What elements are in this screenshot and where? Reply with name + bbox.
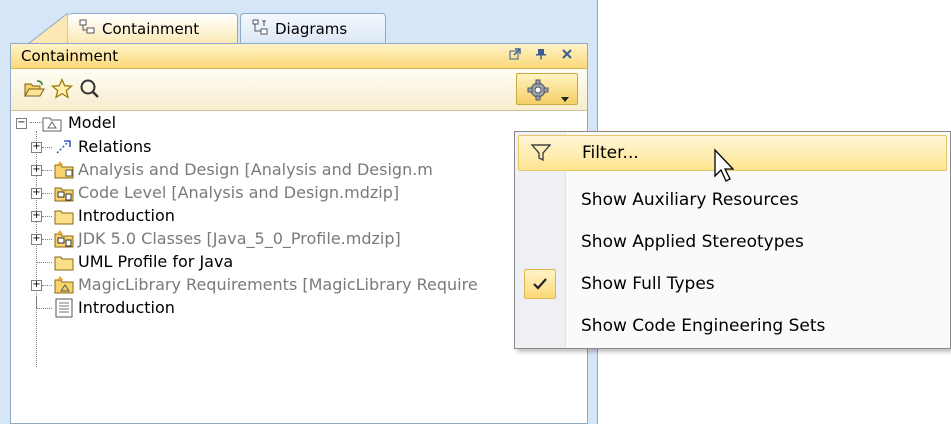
package-folder-icon — [54, 207, 74, 229]
tree-node-analysis-and-design[interactable]: + Analysis and Design [Analysis and Desi… — [11, 158, 589, 182]
menu-item-label: Show Full Types — [581, 274, 715, 294]
tree-node-magiclibrary-requirements[interactable]: + MagicLibrary Requirements [MagicLibrar… — [11, 273, 589, 297]
menu-item-show-applied-stereotypes[interactable]: Show Applied Stereotypes — [518, 224, 947, 260]
comment-document-icon — [54, 298, 74, 322]
menu-item-show-code-engineering-sets[interactable]: Show Code Engineering Sets — [518, 308, 947, 344]
tree-node-introduction-comment[interactable]: Introduction — [11, 296, 589, 320]
expand-icon[interactable]: + — [31, 165, 42, 176]
tree-node-code-level[interactable]: + Code Level [Analysis and Design.mdzip] — [11, 181, 589, 205]
tree-connector — [36, 308, 52, 309]
close-icon[interactable] — [559, 48, 575, 64]
panel-header: Containment — [11, 44, 587, 69]
tree-connector — [42, 147, 52, 148]
tree-node-label: MagicLibrary Requirements [MagicLibrary … — [78, 275, 478, 294]
package-folder-icon — [54, 253, 74, 275]
tree-node-uml-profile-java[interactable]: UML Profile for Java — [11, 250, 589, 274]
tab-containment-label: Containment — [102, 20, 200, 38]
panel-toolbar — [11, 69, 587, 111]
tree-node-model[interactable]: − Model — [11, 111, 571, 135]
tab-diagrams[interactable]: Diagrams — [240, 13, 386, 44]
diagrams-icon — [251, 18, 269, 40]
tree-node-label: Introduction — [78, 298, 175, 317]
menu-item-label: Show Auxiliary Resources — [581, 190, 799, 210]
tree-node-introduction[interactable]: + Introduction — [11, 204, 589, 228]
menu-item-label: Show Code Engineering Sets — [581, 316, 826, 336]
model-package-icon — [42, 115, 62, 136]
expand-icon[interactable]: + — [31, 211, 42, 222]
tree-node-label: Relations — [78, 137, 152, 156]
containment-icon — [78, 18, 96, 40]
collapse-icon[interactable]: − — [16, 118, 27, 129]
tree-connector — [42, 216, 52, 217]
tree-connector — [36, 262, 52, 263]
tree-node-relations[interactable]: + Relations — [11, 135, 571, 159]
expand-icon[interactable]: + — [31, 188, 42, 199]
tree-connector — [42, 285, 52, 286]
tree-connector — [42, 239, 52, 240]
tree-node-jdk-classes[interactable]: + JDK 5.0 Classes [Java_5_0_Profile.mdzi… — [11, 227, 589, 251]
tree-node-label: Model — [68, 113, 117, 132]
profile-package-icon — [54, 184, 74, 206]
profile-package-icon — [54, 230, 74, 252]
panel-title: Containment — [21, 47, 119, 65]
filter-icon — [530, 144, 552, 167]
expand-icon[interactable]: + — [31, 280, 42, 291]
menu-item-label: Filter... — [582, 143, 639, 163]
search-icon[interactable] — [79, 78, 101, 103]
menu-item-label: Show Applied Stereotypes — [581, 232, 804, 252]
tab-diagrams-label: Diagrams — [275, 20, 348, 38]
pin-icon[interactable] — [533, 48, 549, 64]
chevron-down-icon — [561, 87, 569, 106]
relations-icon — [54, 138, 74, 160]
tree-node-label: Introduction — [78, 206, 175, 225]
shared-package-icon — [54, 161, 74, 183]
expand-icon[interactable]: + — [31, 234, 42, 245]
containment-panel: Containment − Model + Relations + Analys… — [10, 43, 588, 424]
open-folder-icon[interactable] — [23, 79, 45, 103]
expand-icon[interactable]: + — [31, 142, 42, 153]
checkmark-icon — [524, 269, 556, 299]
shared-package-icon — [54, 276, 74, 298]
tree-node-label: UML Profile for Java — [78, 252, 234, 271]
tab-containment[interactable]: Containment — [68, 13, 238, 44]
mouse-cursor-icon — [713, 148, 743, 190]
tree-node-label: Analysis and Design [Analysis and Design… — [78, 160, 433, 179]
options-button[interactable] — [516, 73, 578, 105]
gear-icon — [527, 79, 549, 105]
popout-icon[interactable] — [507, 48, 523, 64]
tree-connector — [42, 170, 52, 171]
menu-item-show-full-types[interactable]: Show Full Types — [518, 266, 947, 302]
tree-node-label: JDK 5.0 Classes [Java_5_0_Profile.mdzip] — [78, 229, 401, 248]
tree-connector — [36, 296, 37, 308]
favorite-star-icon[interactable] — [50, 77, 74, 103]
containment-tree: − Model + Relations + Analysis and Desig… — [11, 111, 587, 423]
tree-connector — [42, 193, 52, 194]
tab-slant-decoration — [28, 13, 68, 44]
tree-node-label: Code Level [Analysis and Design.mdzip] — [78, 183, 400, 202]
